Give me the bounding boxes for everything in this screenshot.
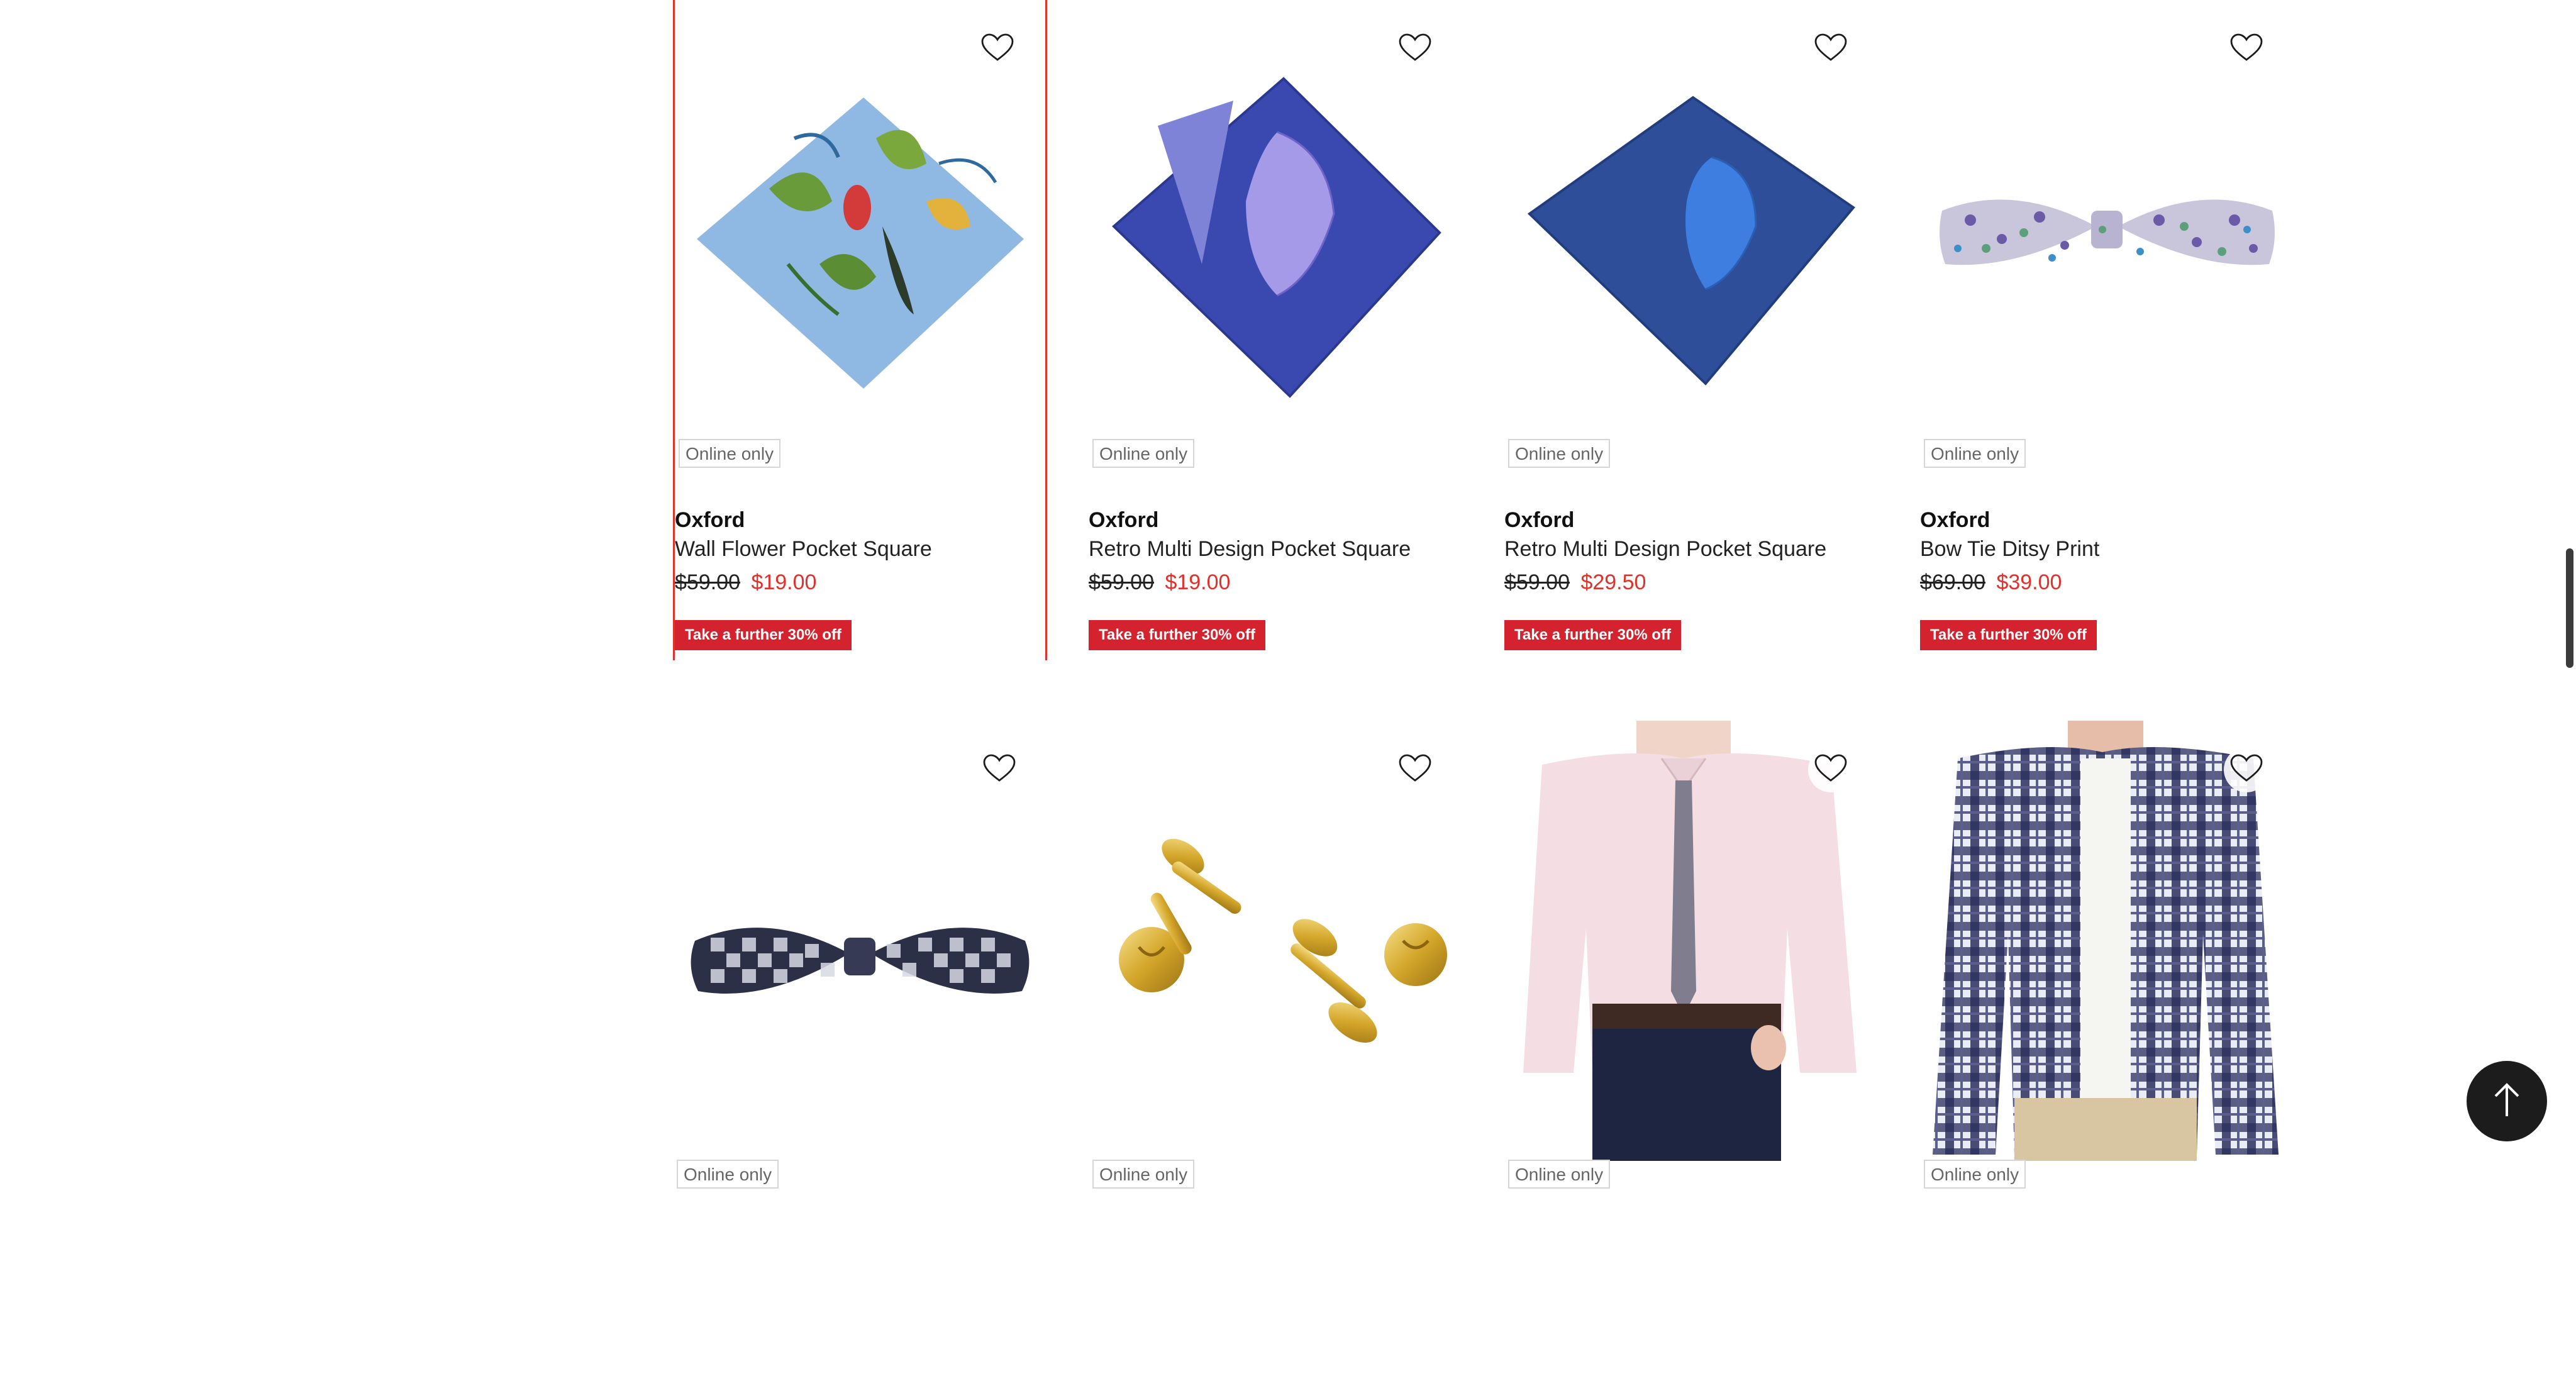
online-only-badge: Online only bbox=[679, 439, 781, 468]
promo-tag: Take a further 30% off bbox=[675, 620, 852, 650]
original-price: $69.00 bbox=[1920, 570, 1985, 594]
product-card[interactable]: Online only bbox=[673, 721, 1047, 1381]
online-only-badge: Online only bbox=[1924, 1160, 2026, 1189]
sale-price: $19.00 bbox=[1165, 570, 1231, 594]
scrollbar-thumb[interactable] bbox=[2566, 548, 2573, 668]
original-price: $59.00 bbox=[1089, 570, 1154, 594]
online-only-badge: Online only bbox=[677, 1160, 779, 1189]
product-prices: $69.00 $39.00 bbox=[1920, 570, 2062, 595]
product-brand: Oxford bbox=[1504, 508, 1575, 532]
back-to-top-button[interactable] bbox=[2467, 1061, 2547, 1141]
heart-outline-icon bbox=[983, 754, 1016, 786]
heart-outline-icon bbox=[1814, 754, 1847, 786]
product-card[interactable]: Online only bbox=[1504, 721, 1879, 1381]
product-name[interactable]: Retro Multi Design Pocket Square bbox=[1089, 537, 1411, 562]
product-brand: Oxford bbox=[1920, 508, 1990, 532]
wishlist-button[interactable] bbox=[1392, 26, 1438, 72]
heart-outline-icon bbox=[1399, 754, 1431, 786]
arrow-up-icon bbox=[2492, 1081, 2522, 1122]
original-price: $59.00 bbox=[675, 570, 740, 594]
product-name[interactable]: Bow Tie Ditsy Print bbox=[1920, 537, 2099, 562]
scrollbar-track[interactable] bbox=[2565, 0, 2576, 1171]
heart-outline-icon bbox=[2230, 754, 2263, 786]
product-prices: $59.00 $19.00 bbox=[675, 570, 816, 595]
wishlist-button[interactable] bbox=[1808, 26, 1853, 72]
promo-tag: Take a further 30% off bbox=[1920, 620, 2097, 650]
wishlist-button[interactable] bbox=[975, 26, 1020, 72]
heart-outline-icon bbox=[1814, 33, 1847, 65]
promo-tag: Take a further 30% off bbox=[1089, 620, 1265, 650]
sale-price: $29.50 bbox=[1580, 570, 1646, 594]
product-brand: Oxford bbox=[675, 508, 745, 532]
heart-outline-icon bbox=[2230, 33, 2263, 65]
product-prices: $59.00 $19.00 bbox=[1089, 570, 1230, 595]
product-brand: Oxford bbox=[1089, 508, 1159, 532]
wishlist-button[interactable] bbox=[2224, 26, 2269, 72]
heart-outline-icon bbox=[981, 33, 1014, 65]
online-only-badge: Online only bbox=[1508, 439, 1611, 468]
online-only-badge: Online only bbox=[1924, 439, 2026, 468]
product-card[interactable]: Online only Oxford Wall Flower Pocket Sq… bbox=[673, 0, 1047, 660]
sale-price: $39.00 bbox=[1996, 570, 2062, 594]
product-card[interactable]: Online only Oxford Retro Multi Design Po… bbox=[1089, 0, 1463, 660]
online-only-badge: Online only bbox=[1508, 1160, 1611, 1189]
promo-tag: Take a further 30% off bbox=[1504, 620, 1681, 650]
product-prices: $59.00 $29.50 bbox=[1504, 570, 1646, 595]
wishlist-button[interactable] bbox=[2224, 747, 2269, 792]
wishlist-button[interactable] bbox=[1392, 747, 1438, 792]
product-card[interactable]: Online only bbox=[1920, 721, 2294, 1381]
sale-price: $19.00 bbox=[751, 570, 817, 594]
original-price: $59.00 bbox=[1504, 570, 1570, 594]
online-only-badge: Online only bbox=[1092, 439, 1195, 468]
product-name[interactable]: Wall Flower Pocket Square bbox=[675, 537, 932, 562]
product-name[interactable]: Retro Multi Design Pocket Square bbox=[1504, 537, 1826, 562]
heart-outline-icon bbox=[1399, 33, 1431, 65]
wishlist-button[interactable] bbox=[1808, 747, 1853, 792]
wishlist-button[interactable] bbox=[977, 747, 1022, 792]
product-card[interactable]: Online only Oxford Retro Multi Design Po… bbox=[1504, 0, 1879, 660]
product-card[interactable]: Online only Oxford Bow Tie Ditsy Print $… bbox=[1920, 0, 2294, 660]
product-card[interactable]: Online only bbox=[1089, 721, 1463, 1381]
online-only-badge: Online only bbox=[1092, 1160, 1195, 1189]
